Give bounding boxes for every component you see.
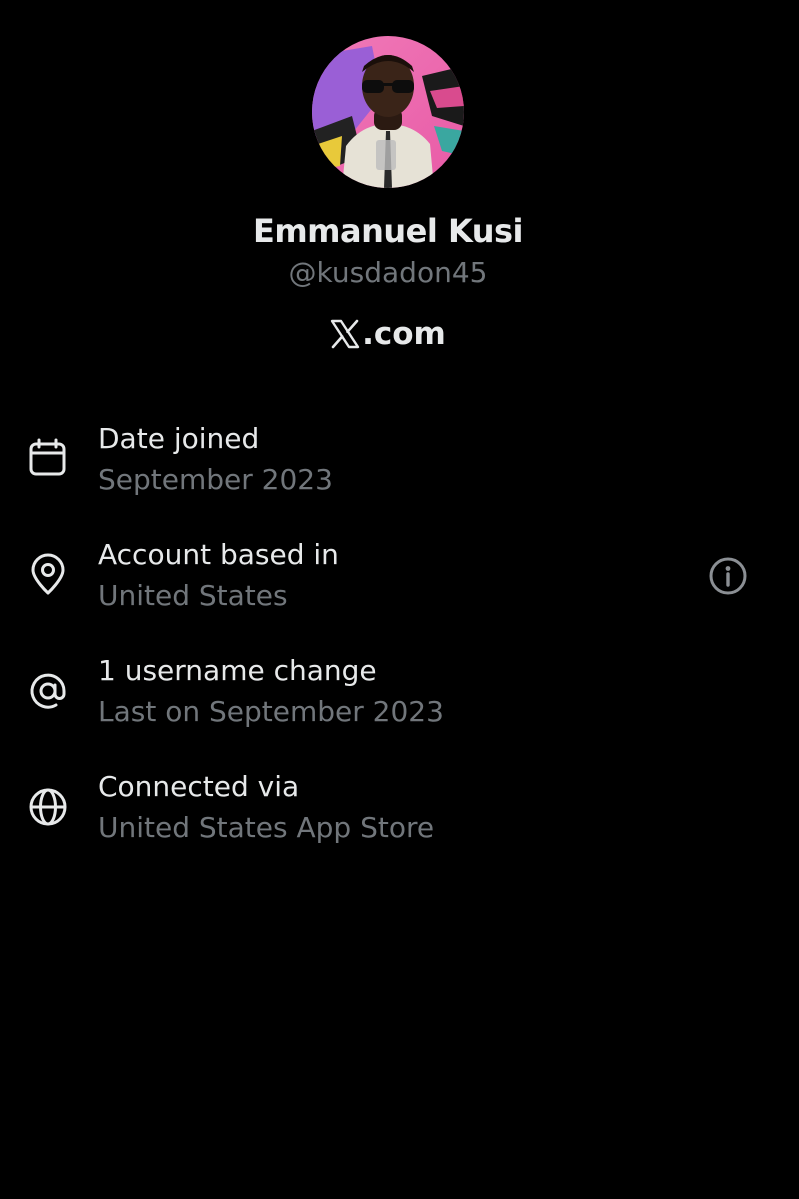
brand-link: .com (0, 312, 776, 356)
x-logo-icon (330, 319, 360, 349)
info-icon[interactable] (706, 554, 750, 598)
username-change-row: 1 username change Last on September 2023 (0, 650, 799, 750)
account-location-value: United States (98, 579, 288, 612)
globe-icon (26, 785, 70, 829)
username-handle: @kusdadon45 (288, 256, 488, 289)
at-sign-icon (26, 669, 70, 713)
calendar-icon (26, 437, 70, 481)
connected-via-row: Connected via United States App Store (0, 766, 799, 866)
location-pin-icon (26, 553, 70, 597)
date-joined-value: September 2023 (98, 463, 333, 496)
avatar[interactable] (312, 36, 464, 188)
connected-via-label: Connected via (98, 770, 300, 803)
account-location-label: Account based in (98, 538, 339, 571)
date-joined-label: Date joined (98, 422, 260, 455)
display-name: Emmanuel Kusi (252, 212, 524, 250)
account-location-row: Account based in United States (0, 534, 799, 634)
username-change-value: Last on September 2023 (98, 695, 444, 728)
connected-via-value: United States App Store (98, 811, 435, 844)
username-change-label: 1 username change (98, 654, 377, 687)
brand-text: .com (362, 316, 446, 352)
date-joined-row: Date joined September 2023 (0, 418, 799, 518)
